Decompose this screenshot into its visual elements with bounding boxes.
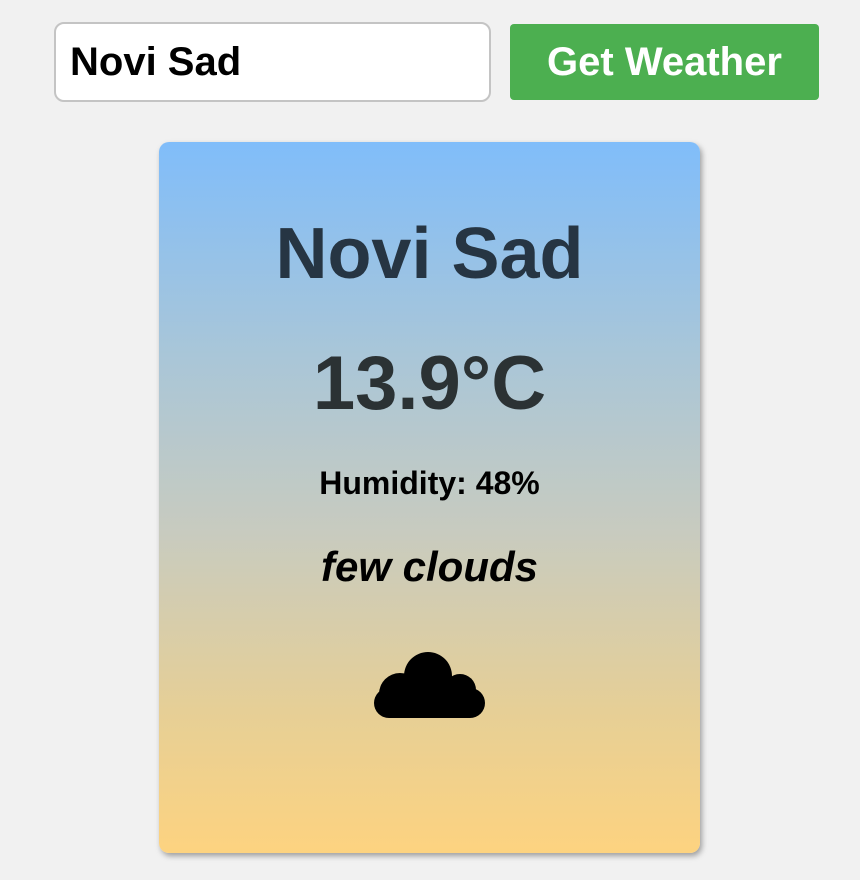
temperature: 13.9°C [312,341,547,426]
get-weather-button[interactable]: Get Weather [510,24,819,100]
city-input[interactable] [54,22,491,102]
search-bar: Get Weather [54,22,819,102]
weather-card: Novi Sad 13.9°C Humidity: 48% few clouds [159,142,700,853]
weather-description: few clouds [320,543,539,590]
cloud-icon [374,652,485,718]
city-name: Novi Sad [275,214,584,294]
humidity: Humidity: 48% [319,465,540,501]
